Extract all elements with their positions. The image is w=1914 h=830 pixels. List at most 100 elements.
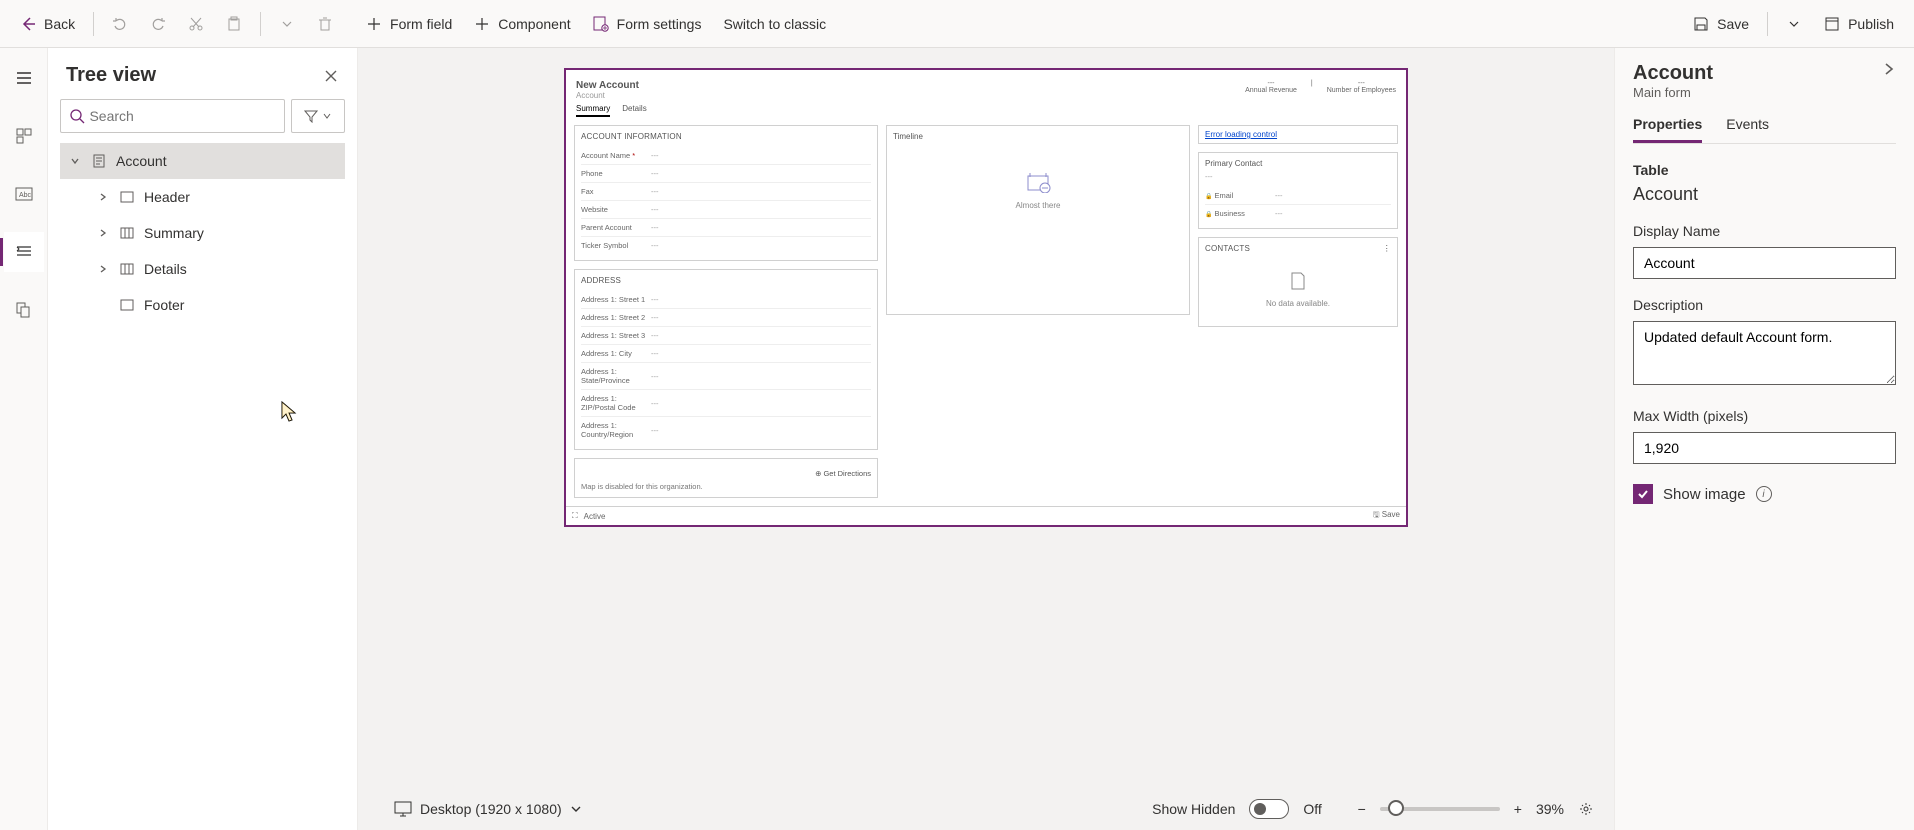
canvas-status-bar: Desktop (1920 x 1080) Show Hidden Off − … — [358, 788, 1614, 830]
form-field[interactable]: Account Name *--- — [581, 147, 871, 165]
tree-view-title: Tree view — [66, 64, 156, 87]
tree-item-icon — [92, 154, 108, 168]
tree-search-box[interactable] — [60, 99, 285, 133]
timeline-msg: Almost there — [1016, 201, 1061, 210]
left-rail: Abc — [0, 48, 48, 830]
info-icon[interactable]: i — [1756, 486, 1772, 502]
add-component-button[interactable]: Component — [464, 10, 580, 38]
form-canvas[interactable]: New Account Account ---Annual Revenue | … — [564, 68, 1408, 527]
show-hidden-toggle[interactable] — [1249, 799, 1289, 819]
redo-button[interactable] — [140, 10, 176, 38]
undo-button[interactable] — [102, 10, 138, 38]
form-field[interactable]: 🔒Email--- — [1205, 187, 1391, 205]
tree-item-header[interactable]: Header — [60, 179, 345, 215]
tree-item-icon — [120, 191, 136, 203]
rail-components[interactable] — [4, 116, 44, 156]
timeline-title: Timeline — [893, 132, 1183, 141]
chevron-icon[interactable] — [98, 228, 112, 238]
canvas-tab-details[interactable]: Details — [622, 104, 646, 117]
form-field[interactable]: Phone--- — [581, 165, 871, 183]
publish-icon — [1824, 16, 1840, 32]
tree-filter-button[interactable] — [291, 99, 345, 133]
tree-item-label: Footer — [144, 297, 184, 313]
form-field[interactable]: Address 1: ZIP/Postal Code--- — [581, 390, 871, 417]
device-selector[interactable]: Desktop (1920 x 1080) — [394, 801, 582, 817]
tree-item-summary[interactable]: Summary — [60, 215, 345, 251]
form-field[interactable]: Ticker Symbol--- — [581, 237, 871, 254]
no-data-text: No data available. — [1266, 299, 1330, 308]
prop-tab-events[interactable]: Events — [1726, 116, 1769, 143]
tree-item-details[interactable]: Details — [60, 251, 345, 287]
tree-item-icon — [120, 226, 136, 240]
form-field[interactable]: 🔒Business--- — [1205, 205, 1391, 222]
footer-save[interactable]: Save — [1382, 510, 1400, 519]
footer-status: Active — [584, 512, 606, 521]
back-button[interactable]: Back — [10, 10, 85, 38]
form-field[interactable]: Address 1: Street 2--- — [581, 309, 871, 327]
section-primary-contact[interactable]: Primary Contact --- 🔒Email---🔒Business--… — [1198, 152, 1398, 229]
cut-button[interactable] — [178, 10, 214, 38]
get-directions-link[interactable]: Get Directions — [823, 469, 871, 478]
prop-tab-properties[interactable]: Properties — [1633, 116, 1702, 143]
form-field[interactable]: Parent Account--- — [581, 219, 871, 237]
tree-item-footer[interactable]: Footer — [60, 287, 345, 323]
description-input[interactable] — [1633, 321, 1896, 385]
rail-hamburger[interactable] — [4, 58, 44, 98]
paste-icon — [226, 16, 242, 32]
rail-fields[interactable]: Abc — [4, 174, 44, 214]
section-contacts[interactable]: CONTACTS⋮ No data available. — [1198, 237, 1398, 327]
monitor-icon — [394, 801, 412, 817]
rail-tree-view[interactable] — [4, 232, 44, 272]
tree-item-label: Account — [116, 153, 167, 169]
tree-item-account[interactable]: Account — [60, 143, 345, 179]
collapse-panel-button[interactable] — [1882, 62, 1896, 76]
chevron-icon[interactable] — [98, 264, 112, 274]
form-field[interactable]: Address 1: City--- — [581, 345, 871, 363]
separator — [260, 12, 261, 36]
save-dropdown[interactable] — [1776, 10, 1812, 38]
chevron-icon[interactable] — [98, 192, 112, 202]
fit-screen-button[interactable] — [1578, 801, 1594, 817]
switch-classic-button[interactable]: Switch to classic — [713, 10, 836, 38]
section-error[interactable]: Error loading control — [1198, 125, 1398, 144]
table-value: Account — [1633, 184, 1896, 205]
form-field[interactable]: Address 1: State/Province--- — [581, 363, 871, 390]
expand-icon[interactable]: ⛶ — [572, 511, 578, 521]
form-field[interactable]: Address 1: Street 3--- — [581, 327, 871, 345]
tree-search-input[interactable] — [89, 108, 276, 124]
paste-button[interactable] — [216, 10, 252, 38]
save-button[interactable]: Save — [1683, 10, 1759, 38]
canvas-tab-summary[interactable]: Summary — [576, 104, 610, 117]
form-field[interactable]: Fax--- — [581, 183, 871, 201]
chevron-icon[interactable] — [70, 156, 84, 166]
delete-button[interactable] — [307, 10, 343, 38]
plus-icon — [366, 16, 382, 32]
section-account-information[interactable]: ACCOUNT INFORMATION Account Name *---Pho… — [574, 125, 878, 261]
property-panel: Account Main form Properties Events Tabl… — [1614, 48, 1914, 830]
zoom-out-button[interactable]: − — [1358, 801, 1366, 817]
tree-close-button[interactable] — [323, 68, 339, 84]
metric-label: Number of Employees — [1327, 87, 1396, 94]
form-settings-button[interactable]: Form settings — [583, 10, 712, 38]
form-settings-label: Form settings — [617, 16, 702, 32]
form-field[interactable]: Website--- — [581, 201, 871, 219]
publish-button[interactable]: Publish — [1814, 10, 1904, 38]
display-name-input[interactable] — [1633, 247, 1896, 279]
paste-dropdown[interactable] — [269, 10, 305, 38]
add-form-field-button[interactable]: Form field — [356, 10, 462, 38]
error-link[interactable]: Error loading control — [1205, 130, 1277, 139]
show-image-checkbox[interactable] — [1633, 484, 1653, 504]
zoom-in-button[interactable]: + — [1514, 801, 1522, 817]
map-disabled-text: Map is disabled for this organization. — [581, 482, 871, 491]
rail-libraries[interactable] — [4, 290, 44, 330]
back-arrow-icon — [20, 16, 36, 32]
form-field[interactable]: Address 1: Country/Region--- — [581, 417, 871, 443]
component-label: Component — [498, 16, 570, 32]
form-field[interactable]: Address 1: Street 1--- — [581, 291, 871, 309]
zoom-slider[interactable] — [1380, 807, 1500, 811]
search-icon — [69, 108, 85, 124]
section-timeline[interactable]: Timeline Almost there — [886, 125, 1190, 315]
section-address[interactable]: ADDRESS Address 1: Street 1---Address 1:… — [574, 269, 878, 450]
max-width-input[interactable] — [1633, 432, 1896, 464]
section-map[interactable]: ⊕ Get Directions Map is disabled for thi… — [574, 458, 878, 498]
